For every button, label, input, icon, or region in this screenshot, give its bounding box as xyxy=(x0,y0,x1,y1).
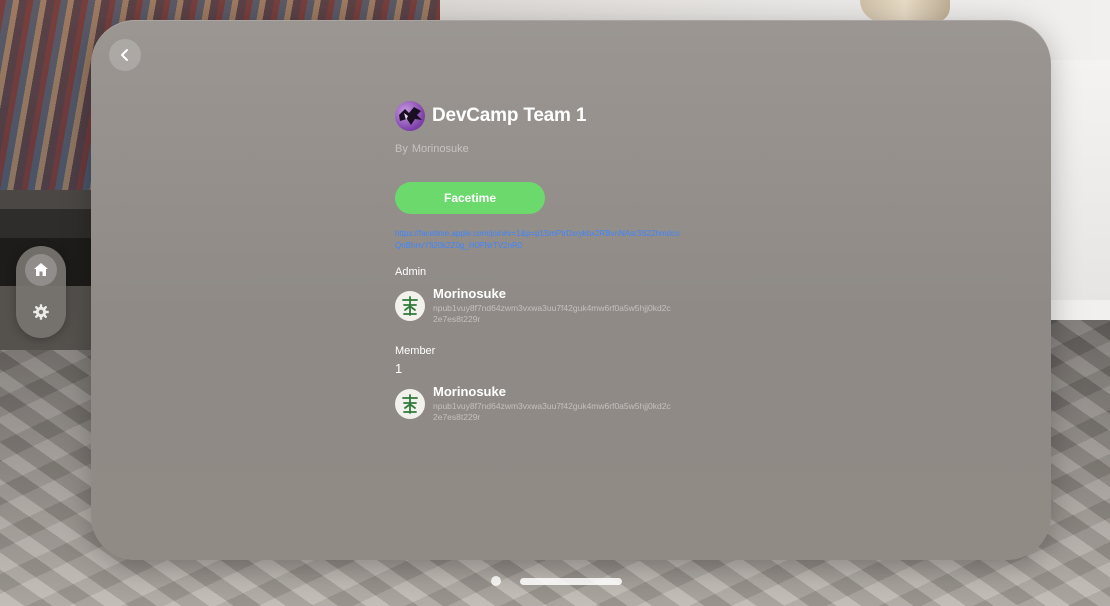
home-button[interactable] xyxy=(25,254,57,286)
byline: By Morinosuke xyxy=(395,143,695,155)
admin-section-label: Admin xyxy=(395,266,427,278)
member-npub: npub1vuy8f7nd64zwm3vxwa3uu7f42guk4mw6rf0… xyxy=(433,401,671,422)
page-title: DevCamp Team 1 xyxy=(432,105,587,126)
admin-name: Morinosuke xyxy=(433,286,506,301)
member-count: 1 xyxy=(395,361,403,376)
gear-icon xyxy=(33,304,49,320)
member-list-item[interactable]: Morinosuke npub1vuy8f7nd64zwm3vxwa3uu7f4… xyxy=(395,384,695,423)
avatar xyxy=(395,389,425,419)
author-name: Morinosuke xyxy=(411,143,469,155)
chevron-left-icon xyxy=(121,49,128,61)
admin-npub: npub1vuy8f7nd64zwm3vxwa3uu7f42guk4mw6rf0… xyxy=(433,303,671,324)
facetime-button[interactable]: Facetime xyxy=(395,182,545,214)
mahjong-tile-icon xyxy=(402,296,418,316)
member-section-label: Member xyxy=(395,345,436,357)
team-detail: DevCamp Team 1 By Morinosuke Facetime htt… xyxy=(395,100,695,423)
side-wall xyxy=(1050,60,1110,300)
team-logo-icon xyxy=(399,107,422,125)
settings-button[interactable] xyxy=(25,296,57,328)
mahjong-tile-icon xyxy=(402,394,418,414)
page-indicator-dot[interactable] xyxy=(491,576,501,586)
title-row: DevCamp Team 1 xyxy=(395,100,695,132)
byline-prefix: By xyxy=(395,143,408,155)
window-grabber-bar[interactable] xyxy=(520,578,622,585)
member-name: Morinosuke xyxy=(433,384,506,399)
back-button[interactable] xyxy=(109,39,141,71)
admin-list-item[interactable]: Morinosuke npub1vuy8f7nd64zwm3vxwa3uu7f4… xyxy=(395,286,695,325)
house-icon xyxy=(34,263,48,276)
team-avatar xyxy=(395,101,425,131)
sculpture xyxy=(860,0,950,22)
avatar xyxy=(395,291,425,321)
side-ornament xyxy=(16,246,66,338)
facetime-link[interactable]: https://facetime.apple.com/join#v=1&p=p1… xyxy=(395,228,680,252)
